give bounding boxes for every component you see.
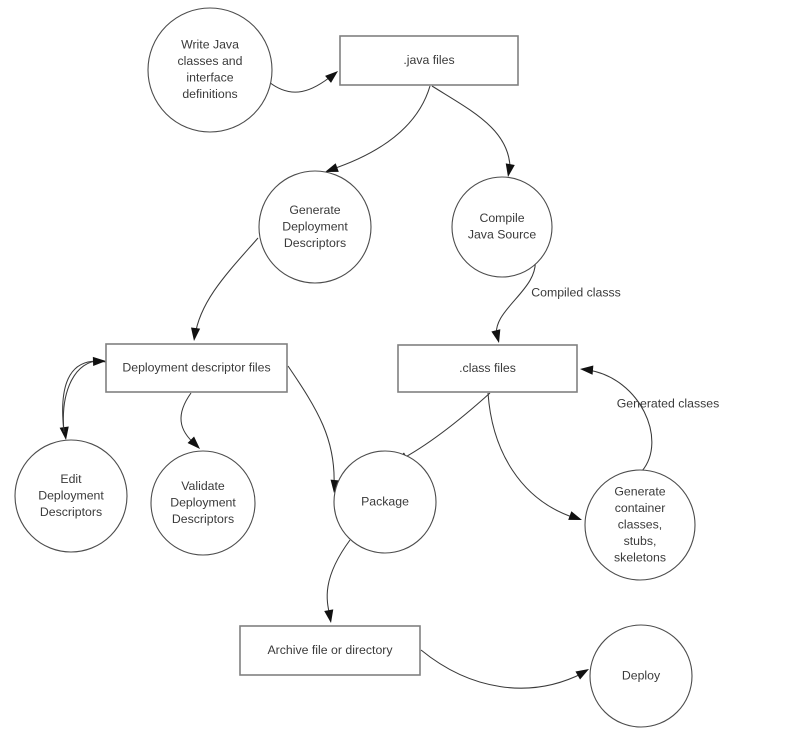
node-package[interactable]: Package — [333, 450, 437, 554]
flowchart-canvas: Write Java classes and interface definition… — [0, 0, 792, 747]
edge-line — [420, 649, 584, 689]
edge-line — [287, 365, 335, 487]
node-validate-deployment-descriptors[interactable]: Validate Deployment Descriptors — [150, 450, 256, 556]
node-label-line: Deploy — [622, 668, 661, 682]
arrow-head-icon — [491, 329, 501, 343]
node-deployment-descriptor-files[interactable]: Deployment descriptor files — [105, 343, 288, 393]
node-edit-deployment-descriptors[interactable]: Edit Deployment Descriptors — [14, 439, 128, 553]
arrow-head-icon — [324, 609, 334, 623]
node-label-line: Deployment — [38, 488, 104, 502]
node-generate-container-classes[interactable]: Generate container classes, stubs, skeletons — [584, 469, 696, 581]
node-label-line: classes, — [618, 517, 662, 531]
node-generate-deployment-descriptors[interactable]: Generate Deployment Descriptors — [258, 170, 372, 284]
edge-deployment-descriptor-files-to-package — [287, 365, 340, 493]
edge-line — [194, 237, 259, 337]
node-label-line: Descriptors — [284, 236, 346, 250]
edge-line — [431, 85, 511, 173]
arrow-head-icon — [325, 71, 338, 83]
edge-write-java-to-java-files — [268, 71, 338, 93]
node-write-java[interactable]: Write Java classes and interface definition… — [147, 7, 273, 133]
edge-generate-container-classes-to-class-files — [580, 365, 653, 472]
edge-line — [329, 85, 431, 171]
flowchart-svg: Write Java classes and interface definition… — [14, 7, 720, 728]
arrow-head-icon — [59, 426, 69, 440]
node-label-line: container — [615, 501, 666, 515]
node-label-line: Package — [361, 494, 409, 508]
node-label-line: interface — [186, 71, 233, 85]
edge-line — [487, 392, 576, 519]
edge-archive-file-to-deploy — [420, 649, 589, 689]
node-label-line: stubs, — [624, 534, 657, 548]
node-label-line: skeletons — [614, 550, 666, 564]
node-label-line: definitions — [182, 87, 237, 101]
edge-line — [268, 73, 335, 93]
edge-line — [326, 539, 351, 617]
node-label-line: Compile — [479, 211, 524, 225]
node-deploy[interactable]: Deploy — [589, 624, 693, 728]
node-label-line: Deployment — [170, 495, 236, 509]
arrow-head-icon — [568, 511, 582, 520]
node-label-line: Validate — [181, 479, 225, 493]
edge-edit-to-deployment-descriptor-files — [62, 356, 106, 433]
edge-generate-deployment-descriptors-to-files — [191, 237, 259, 341]
node-label-line: .java files — [403, 53, 454, 67]
edge-line — [399, 392, 491, 461]
node-label-line: Archive file or directory — [267, 643, 393, 657]
arrow-head-icon — [505, 163, 515, 177]
arrow-head-icon — [92, 356, 106, 367]
node-label-line: Java Source — [468, 228, 537, 242]
node-java-files[interactable]: .java files — [339, 35, 519, 86]
edge-java-files-to-compile-java-source — [431, 85, 515, 177]
edge-deployment-descriptor-files-to-edit — [59, 360, 107, 440]
edge-package-to-archive-file — [324, 539, 351, 623]
edge-class-files-to-generate-container-classes — [487, 392, 582, 520]
node-label-line: Deployment — [282, 219, 348, 233]
arrow-head-icon — [580, 365, 594, 375]
edge-deployment-descriptor-files-to-validate — [180, 392, 200, 449]
node-label-line: Generate — [289, 203, 340, 217]
edge-line — [587, 369, 653, 472]
node-label-line: classes and — [178, 54, 243, 68]
arrow-head-icon — [575, 669, 589, 680]
node-label-line: Descriptors — [40, 505, 102, 519]
edge-line — [62, 360, 107, 433]
edge-java-files-to-generate-deployment-descriptors — [325, 85, 431, 172]
node-archive-file-or-directory[interactable]: Archive file or directory — [239, 625, 421, 676]
edge-label-generate-container-classes-to-class-files: Generated classes — [617, 396, 720, 410]
node-label-line: .class files — [459, 361, 516, 375]
node-label-line: Write Java — [181, 38, 239, 52]
node-class-files[interactable]: .class files — [397, 344, 578, 393]
edge-label-compile-java-source-to-class-files: Compiled classs — [531, 285, 621, 299]
edge-line — [62, 360, 101, 433]
node-label-line: Deployment descriptor files — [122, 360, 270, 374]
node-label-line: Edit — [60, 472, 82, 486]
node-label-line: Generate — [614, 484, 665, 498]
node-label-line: Descriptors — [172, 512, 234, 526]
arrow-head-icon — [191, 327, 201, 341]
node-compile-java-source[interactable]: Compile Java Source — [451, 176, 553, 278]
